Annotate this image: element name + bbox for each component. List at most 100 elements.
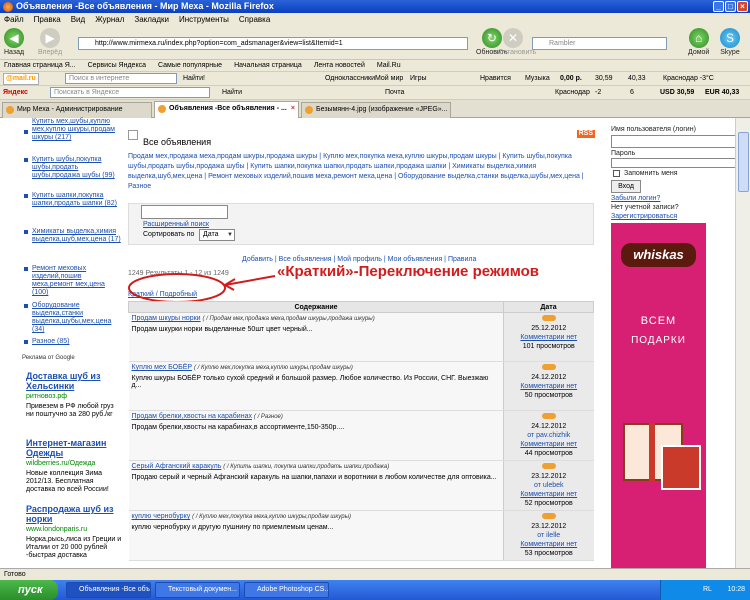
taskbar-item[interactable]: Текстовый докумен... [155, 582, 240, 598]
remember-checkbox[interactable] [613, 170, 620, 177]
maximize-button[interactable]: □ [725, 1, 736, 12]
category-link[interactable]: Купить шубы,покупка шубы,продать шубы,пр… [32, 156, 122, 180]
ad-title[interactable]: Интернет-магазин Одежды [26, 438, 122, 458]
minimize-button[interactable]: _ [713, 1, 724, 12]
category-link[interactable]: Ремонт меховых изделий,пошив меха,ремонт… [32, 265, 122, 297]
password-field[interactable] [611, 158, 739, 168]
ad-url[interactable]: wildberries.ru/Одежда [26, 460, 95, 467]
category-list[interactable]: Продам мех,продажа меха,продам шкуры,про… [128, 152, 593, 192]
odnoklassniki-link[interactable]: Одноклассники [325, 72, 375, 85]
like-link[interactable]: Нравится [480, 72, 511, 85]
stop-button[interactable]: ✕ Остановить [498, 28, 536, 56]
menu-file[interactable]: Файл [4, 13, 24, 26]
ad-author[interactable]: от ulebek [534, 482, 564, 489]
window-title: Объявления -Все объявления - Мир Меха - … [16, 1, 274, 11]
ad-title-link[interactable]: Продам брелки,хвосты на карабинах [132, 413, 252, 420]
bookmark-item[interactable]: Самые популярные [158, 60, 222, 71]
language-indicator[interactable]: RL [703, 586, 712, 593]
new-badge-icon [541, 413, 556, 419]
games-link[interactable]: Игры [410, 72, 427, 85]
ad-comments[interactable]: Комментарии нет [520, 491, 577, 498]
bookmark-item[interactable]: Mail.Ru [377, 60, 401, 71]
back-button[interactable]: ◀ Назад [4, 28, 24, 56]
ad-comments[interactable]: Комментарии нет [520, 441, 577, 448]
rss-button[interactable]: RSS [576, 130, 595, 138]
menu-tools[interactable]: Инструменты [179, 13, 229, 26]
moimir-link[interactable]: Мой мир [375, 72, 403, 85]
sort-select[interactable]: Дата [199, 229, 235, 241]
yandex-search-input[interactable]: Поискать в Яндексе [50, 87, 210, 98]
bookmark-item[interactable]: Сервисы Яндекса [88, 60, 146, 71]
advanced-search-link[interactable]: Расширенный поиск [143, 221, 209, 228]
whiskas-banner-ad[interactable]: whiskas ВСЕМ ПОДАРКИ [611, 223, 706, 568]
mailru-search-input[interactable]: Поиск в интернете [65, 73, 177, 84]
close-tab-icon[interactable]: × [291, 102, 295, 116]
ad-title[interactable]: Распродажа шуб из норки [26, 504, 122, 524]
ad-title-link[interactable]: куплю чернобурку [132, 513, 191, 520]
start-button[interactable]: пуск [0, 580, 58, 600]
forward-button[interactable]: ▶ Вперёд [38, 28, 62, 56]
ad-comments[interactable]: Комментарии нет [520, 383, 577, 390]
category-link[interactable]: Оборудование выделка,станки выделка,шубы… [32, 302, 122, 334]
ad-url[interactable]: pитновоз.рф [26, 393, 67, 400]
page-scrollbar[interactable] [735, 118, 750, 568]
register-link[interactable]: Зарегистрироваться [611, 213, 677, 220]
ad-title-link[interactable]: Продам шкуры норки [132, 315, 201, 322]
search-input[interactable] [141, 205, 228, 219]
mail-link[interactable]: Почта [385, 86, 404, 99]
yandex-toolbar: Яндекс Поискать в Яндексе Найти Почта Кр… [0, 86, 750, 100]
menu-edit[interactable]: Правка [34, 13, 61, 26]
menu-view[interactable]: Вид [71, 13, 85, 26]
menu-history[interactable]: Журнал [95, 13, 124, 26]
category-link[interactable]: Купить мех,шубы,куплю мех,куплю шкуры,пр… [32, 118, 122, 142]
login-button[interactable]: Вход [611, 180, 641, 193]
forgot-login-link[interactable]: Забыли логин? [611, 195, 660, 202]
city-label[interactable]: Краснодар [555, 86, 590, 99]
category-link[interactable]: Разное (85) [32, 338, 122, 346]
tab-image[interactable]: Безымянн-4.jpg (изображение «JPEG»... [301, 102, 451, 118]
windows-taskbar: пуск Объявления -Все объ... Текстовый до… [0, 580, 750, 600]
menu-help[interactable]: Справка [239, 13, 270, 26]
mailru-find-button[interactable]: Найти! [183, 72, 205, 85]
mailru-logo[interactable]: @mail.ru [3, 73, 39, 85]
new-badge-icon [541, 315, 556, 321]
taskbar-item[interactable]: Объявления -Все объ... [66, 582, 151, 598]
bullet [24, 304, 28, 308]
home-button[interactable]: ⌂ Домой [688, 28, 709, 56]
taskbar-item[interactable]: Adobe Photoshop CS... [244, 582, 329, 598]
menu-bookmarks[interactable]: Закладки [134, 13, 169, 26]
weather-widget[interactable]: Краснодар -3°C [663, 72, 714, 85]
category-link[interactable]: Химикаты выделка,химия выделка,шуб,мех,ц… [32, 228, 122, 244]
music-link[interactable]: Музыка [525, 72, 550, 85]
ad-url[interactable]: www.londonparis.ru [26, 526, 87, 533]
ad-title-link[interactable]: Серый Афганский каракуль [132, 463, 222, 470]
address-bar[interactable]: http://www.mirmexa.ru/index.php?option=c… [78, 37, 468, 50]
table-row: Серый Афганский каракуль ( / Купить шапк… [128, 460, 594, 511]
no-account-text: Нет учетной записи? [611, 204, 679, 211]
table-row: куплю чернобурку ( / Куплю мех,покупка м… [128, 510, 594, 561]
ad-author[interactable]: от pav.chizhik [527, 432, 570, 439]
skype-button[interactable]: S Skype [720, 28, 740, 56]
tab-ads[interactable]: Объявления -Все объявления - ... × [154, 101, 299, 118]
ad-comments[interactable]: Комментарии нет [520, 334, 577, 341]
bullet [24, 158, 28, 162]
ad-author[interactable]: от ilelle [537, 532, 560, 539]
close-window-button[interactable]: × [737, 1, 748, 12]
yandex-find-button[interactable]: Найти [222, 86, 242, 99]
tab-admin[interactable]: Мир Меха - Администрирование [2, 102, 152, 118]
bookmark-item[interactable]: Начальная страница [234, 60, 302, 71]
web-search-input[interactable]: Rambler [532, 37, 667, 50]
yandex-logo[interactable]: Яндекс [3, 86, 28, 99]
home-icon: ⌂ [688, 28, 709, 48]
ad-text: Норка,рысь,лиса из Греции и Италии от 20… [26, 536, 122, 559]
scrollbar-thumb[interactable] [738, 132, 749, 192]
ad-comments[interactable]: Комментарии нет [520, 541, 577, 548]
bookmark-item[interactable]: Главная страница Я... [4, 60, 76, 71]
gift-ribbon [649, 423, 655, 481]
username-field[interactable] [611, 135, 739, 148]
ad-title-link[interactable]: Куплю мех БОБЁР [132, 364, 193, 371]
ads-by-google-label: Реклама от Google [22, 355, 75, 361]
category-link[interactable]: Купить шапки,покупка шапки,продать шапки… [32, 192, 122, 208]
bookmark-item[interactable]: Лента новостей [314, 60, 365, 71]
ad-title[interactable]: Доставка шуб из Хельсинки [26, 371, 122, 391]
